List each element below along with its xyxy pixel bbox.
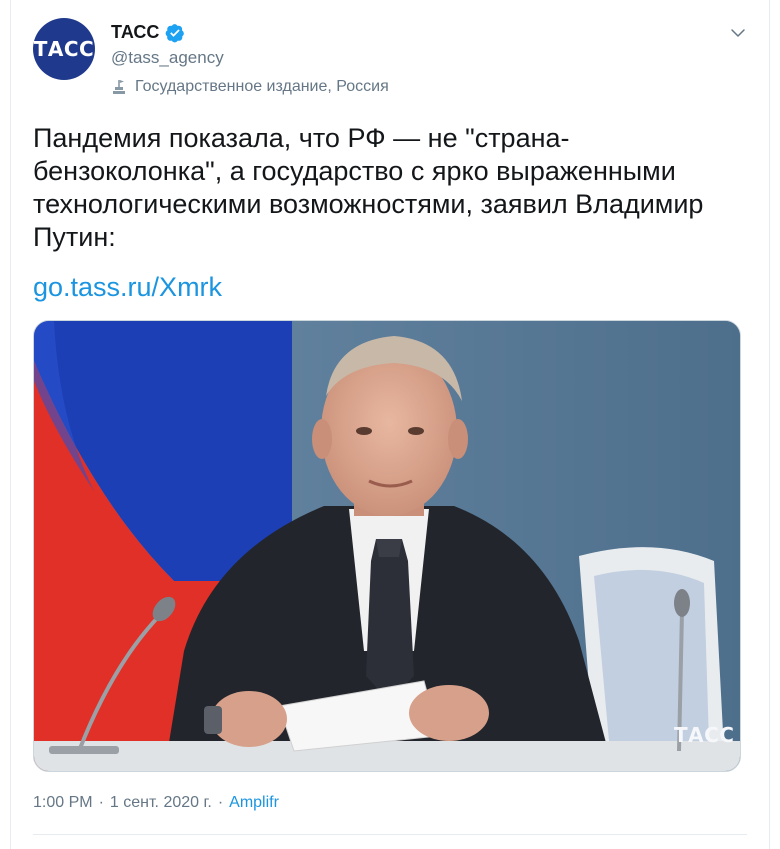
meta-separator: ·	[98, 794, 104, 811]
government-podium-icon	[113, 80, 125, 94]
tweet-text: Пандемия показала, что РФ — не "страна-б…	[33, 123, 704, 252]
chevron-down-icon[interactable]	[729, 24, 747, 42]
tweet-card: ТАСС ТАСС @tass_agency Государственное и…	[10, 0, 770, 849]
photo-illustration	[34, 321, 740, 771]
verified-badge-icon	[166, 23, 185, 42]
tweet-meta: 1:00 PM · 1 сент. 2020 г. · Amplifr	[33, 794, 279, 812]
tweet-time[interactable]: 1:00 PM	[33, 794, 93, 812]
photo-watermark: ТАСС	[674, 723, 735, 747]
author-handle[interactable]: @tass_agency	[111, 48, 224, 68]
author-name-row: ТАСС	[111, 22, 185, 43]
meta-separator: ·	[217, 794, 224, 811]
tweet-link[interactable]: go.tass.ru/Xmrk	[33, 272, 222, 303]
government-label: Государственное издание, Россия	[111, 78, 389, 96]
tweet-source-link[interactable]: Amplifr	[229, 794, 279, 812]
government-label-text: Государственное издание, Россия	[135, 78, 389, 95]
avatar[interactable]: ТАСС	[33, 18, 95, 80]
avatar-logo-text: ТАСС	[33, 37, 95, 61]
divider	[33, 834, 747, 835]
tweet-media-photo[interactable]: ТАСС	[33, 320, 741, 772]
author-display-name[interactable]: ТАСС	[111, 22, 159, 43]
tweet-date[interactable]: 1 сент. 2020 г.	[110, 794, 212, 812]
